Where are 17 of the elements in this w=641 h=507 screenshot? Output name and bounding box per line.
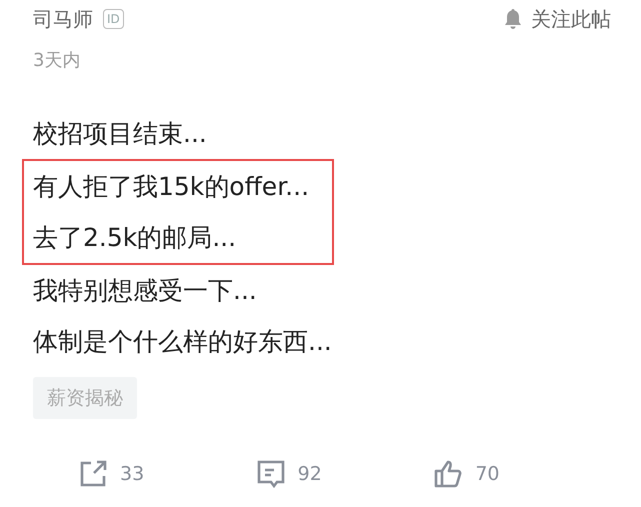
- bell-icon: [503, 8, 523, 30]
- share-button[interactable]: 33: [78, 459, 256, 489]
- post-line: 我特别想感受一下...: [33, 275, 258, 307]
- topic-tag[interactable]: 薪资揭秘: [33, 377, 137, 419]
- comment-button[interactable]: 92: [256, 459, 434, 489]
- id-badge: ID: [103, 9, 124, 29]
- thumbs-up-icon: [433, 459, 464, 489]
- share-icon: [78, 459, 108, 489]
- comment-icon: [256, 459, 286, 489]
- post-line: 有人拒了我15k的offer...: [33, 171, 310, 203]
- like-button[interactable]: 70: [433, 459, 612, 489]
- post-line: 去了2.5k的邮局...: [33, 222, 238, 254]
- follow-button[interactable]: 关注此帖: [503, 6, 611, 32]
- post-time: 3天内: [33, 49, 82, 72]
- post-line: 校招项目结束...: [33, 118, 208, 150]
- post-line: 体制是个什么样的好东西...: [33, 326, 333, 358]
- author-name[interactable]: 司马师: [33, 6, 93, 32]
